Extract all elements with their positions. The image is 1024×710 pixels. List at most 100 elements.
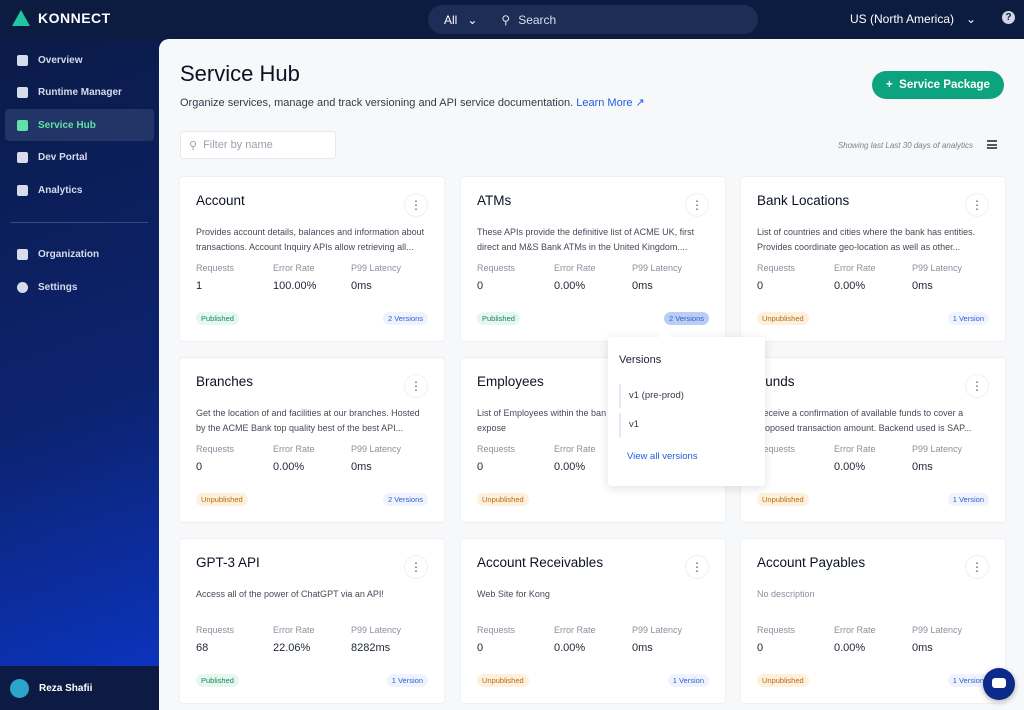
card-description: Get the location of and facilities at ou… bbox=[196, 408, 420, 433]
card-description: These APIs provide the definitive list o… bbox=[477, 227, 695, 252]
card-title[interactable]: GPT-3 API bbox=[196, 555, 260, 570]
analytics-range-text: Showing last Last 30 days of analytics bbox=[837, 141, 973, 150]
settings-icon bbox=[17, 281, 28, 293]
runtime-icon bbox=[17, 86, 28, 98]
main-content: Service Hub Organize services, manage an… bbox=[159, 39, 1024, 710]
card-description: Web Site for Kong bbox=[477, 589, 550, 599]
card-title[interactable]: Branches bbox=[196, 374, 253, 389]
service-hub-icon bbox=[17, 119, 28, 131]
top-bar: KONNECT All ⌄ ⚲ Search US (North America) ⌄… bbox=[0, 0, 1024, 39]
versions-badge[interactable]: 2 Versions bbox=[382, 493, 428, 506]
latency-value: 0ms bbox=[912, 280, 933, 292]
filter-input[interactable]: ⚲ Filter by name bbox=[180, 131, 336, 159]
service-card[interactable]: ATMs ⋮ These APIs provide the definitive… bbox=[461, 177, 725, 341]
requests-label: Requests bbox=[196, 263, 235, 273]
error-rate-label: Error Rate bbox=[273, 444, 315, 454]
error-rate-value: 0.00% bbox=[834, 642, 866, 654]
sidebar-item-label: Overview bbox=[38, 54, 83, 66]
sidebar-item-runtime-manager[interactable]: Runtime Manager bbox=[5, 76, 154, 108]
card-title[interactable]: ATMs bbox=[477, 193, 511, 208]
sidebar-item-dev-portal[interactable]: Dev Portal bbox=[5, 141, 154, 173]
error-rate-label: Error Rate bbox=[554, 444, 596, 454]
view-all-versions-link[interactable]: View all versions bbox=[627, 451, 698, 462]
konnect-logo[interactable]: KONNECT bbox=[12, 10, 111, 26]
error-rate-label: Error Rate bbox=[834, 444, 876, 454]
sidebar-item-organization[interactable]: Organization bbox=[5, 238, 154, 270]
versions-badge[interactable]: 1 Version bbox=[947, 493, 989, 506]
requests-value: 0 bbox=[196, 461, 203, 473]
kebab-menu-icon[interactable]: ⋮ bbox=[685, 193, 709, 217]
brand-name: KONNECT bbox=[38, 10, 111, 26]
search-input[interactable]: Search bbox=[518, 13, 556, 27]
requests-value: 0 bbox=[477, 280, 484, 292]
versions-badge[interactable]: 2 Versions bbox=[382, 312, 428, 325]
analytics-icon bbox=[17, 184, 28, 196]
error-rate-value: 0.00% bbox=[554, 280, 586, 292]
chat-icon[interactable] bbox=[983, 668, 1015, 700]
kebab-menu-icon[interactable]: ⋮ bbox=[404, 374, 428, 398]
kebab-menu-icon[interactable]: ⋮ bbox=[965, 555, 989, 579]
service-card[interactable]: Account Payables ⋮ No description Reques… bbox=[741, 539, 1005, 703]
button-label: Service Package bbox=[899, 79, 990, 91]
page-title: Service Hub bbox=[180, 61, 300, 86]
sidebar-item-settings[interactable]: Settings bbox=[5, 271, 154, 303]
service-card[interactable]: GPT-3 API ⋮ Access all of the power of C… bbox=[180, 539, 444, 703]
avatar bbox=[10, 678, 29, 698]
new-service-package-button[interactable]: + Service Package bbox=[872, 71, 1004, 99]
service-card[interactable]: Branches ⋮ Get the location of and facil… bbox=[180, 358, 444, 522]
region-select[interactable]: US (North America) ⌄ bbox=[850, 12, 976, 26]
sidebar-divider bbox=[10, 222, 148, 223]
latency-value: 0ms bbox=[632, 280, 653, 292]
user-menu[interactable]: Reza Shafii bbox=[0, 666, 159, 710]
versions-badge[interactable]: 1 Version bbox=[386, 674, 428, 687]
filter-placeholder: Filter by name bbox=[203, 139, 273, 151]
kebab-menu-icon[interactable]: ⋮ bbox=[965, 374, 989, 398]
sidebar-item-label: Analytics bbox=[38, 184, 83, 196]
kebab-menu-icon[interactable]: ⋮ bbox=[965, 193, 989, 217]
requests-label: Requests bbox=[477, 263, 516, 273]
global-search[interactable]: All ⌄ ⚲ Search bbox=[428, 5, 758, 34]
status-badge: Published bbox=[196, 674, 239, 687]
help-icon[interactable]: ? bbox=[1002, 11, 1015, 24]
learn-more-link[interactable]: Learn More ↗ bbox=[576, 97, 645, 109]
region-label: US (North America) bbox=[850, 12, 955, 26]
versions-badge[interactable]: 2 Versions bbox=[663, 312, 709, 325]
version-item[interactable]: v1 (pre-prod) bbox=[619, 384, 684, 408]
requests-label: Requests bbox=[757, 625, 796, 635]
search-scope-label: All bbox=[444, 12, 458, 27]
service-card[interactable]: Bank Locations ⋮ List of countries and c… bbox=[741, 177, 1005, 341]
latency-label: P99 Latency bbox=[912, 444, 963, 454]
requests-value: 0 bbox=[757, 642, 764, 654]
card-title[interactable]: Bank Locations bbox=[757, 193, 849, 208]
latency-value: 8282ms bbox=[351, 642, 391, 654]
error-rate-value: 0.00% bbox=[834, 461, 866, 473]
card-title[interactable]: Account Payables bbox=[757, 555, 865, 570]
search-icon: ⚲ bbox=[501, 12, 511, 27]
kebab-menu-icon[interactable]: ⋮ bbox=[685, 555, 709, 579]
service-card[interactable]: Funds ⋮ Receive a confirmation of availa… bbox=[741, 358, 1005, 522]
kebab-menu-icon[interactable]: ⋮ bbox=[404, 193, 428, 217]
list-view-icon[interactable] bbox=[987, 140, 997, 149]
card-title[interactable]: Account Receivables bbox=[477, 555, 603, 570]
versions-badge[interactable]: 1 Version bbox=[667, 674, 709, 687]
error-rate-label: Error Rate bbox=[554, 263, 596, 273]
external-link-icon: ↗ bbox=[635, 97, 645, 109]
card-description: Receive a confirmation of available fund… bbox=[757, 408, 972, 433]
sidebar-item-analytics[interactable]: Analytics bbox=[5, 174, 154, 206]
latency-label: P99 Latency bbox=[912, 625, 963, 635]
service-card[interactable]: Account Receivables ⋮ Web Site for Kong … bbox=[461, 539, 725, 703]
service-card[interactable]: Account ⋮ Provides account details, bala… bbox=[180, 177, 444, 341]
versions-badge[interactable]: 1 Version bbox=[947, 312, 989, 325]
latency-value: 0ms bbox=[632, 642, 653, 654]
error-rate-value: 0.00% bbox=[273, 461, 305, 473]
card-title[interactable]: Account bbox=[196, 193, 245, 208]
sidebar-item-service-hub[interactable]: Service Hub bbox=[5, 109, 154, 141]
card-title[interactable]: Employees bbox=[477, 374, 544, 389]
status-badge: Published bbox=[196, 312, 239, 325]
kebab-menu-icon[interactable]: ⋮ bbox=[404, 555, 428, 579]
version-item[interactable]: v1 bbox=[619, 413, 639, 437]
requests-value: 0 bbox=[757, 280, 764, 292]
sidebar-item-overview[interactable]: Overview bbox=[5, 44, 154, 76]
search-scope-select[interactable]: All ⌄ bbox=[444, 13, 477, 27]
error-rate-value: 22.06% bbox=[273, 642, 311, 654]
